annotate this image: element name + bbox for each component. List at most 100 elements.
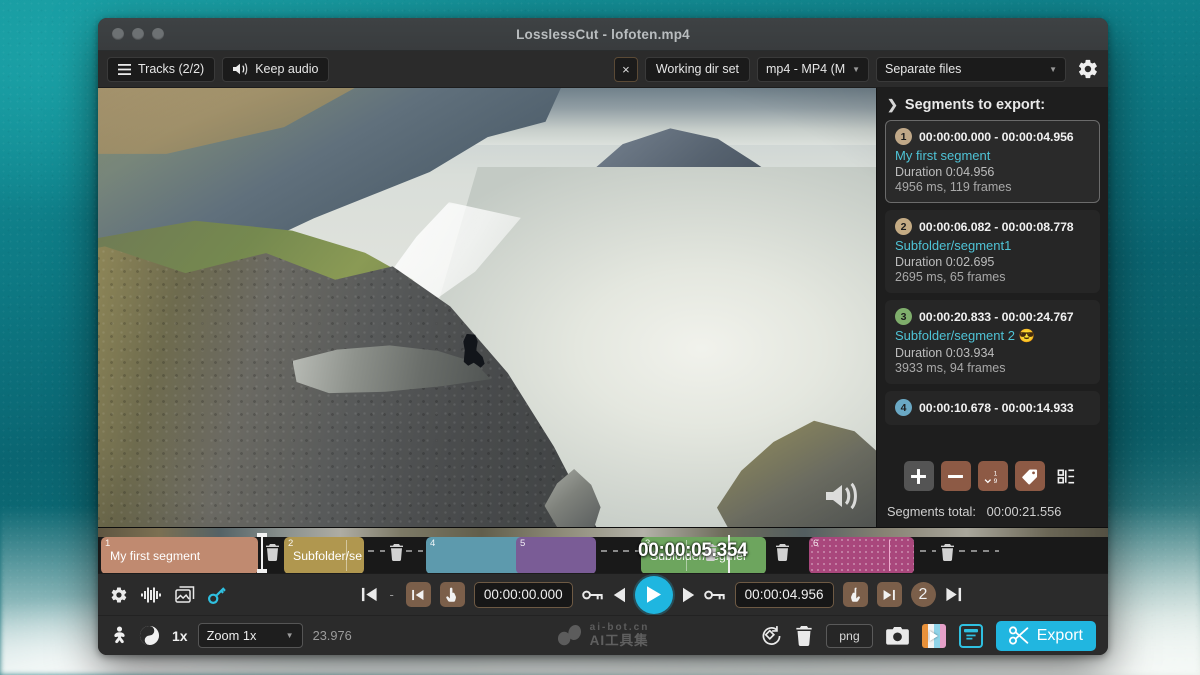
segment-time-range: 00:00:06.082 - 00:00:08.778 bbox=[919, 220, 1074, 234]
add-segment-button[interactable] bbox=[904, 461, 934, 491]
skip-to-end-icon[interactable] bbox=[945, 586, 962, 603]
set-segment-end-button[interactable] bbox=[877, 582, 902, 607]
scissors-icon bbox=[1009, 626, 1029, 645]
segment-header-row: 3 00:00:20.833 - 00:00:24.767 bbox=[895, 308, 1090, 325]
timeline[interactable]: 1 My first segment 2 Subfolder/se 4 5 3 … bbox=[98, 527, 1108, 573]
timeline-keyframe-line bbox=[346, 540, 347, 571]
timeline-segment[interactable]: 2 Subfolder/se bbox=[284, 537, 364, 573]
segments-total-label: Segments total: bbox=[887, 504, 976, 519]
segment-header-row: 2 00:00:06.082 - 00:00:08.778 bbox=[895, 218, 1090, 235]
timeline-delete-icon[interactable] bbox=[263, 542, 281, 562]
timeline-segment[interactable]: 6 bbox=[809, 537, 914, 573]
invert-segments-button[interactable] bbox=[1052, 461, 1082, 491]
tracks-button[interactable]: Tracks (2/2) bbox=[107, 57, 215, 82]
chevron-down-icon: ▼ bbox=[852, 65, 860, 74]
chevron-right-icon[interactable]: ❯ bbox=[887, 97, 898, 113]
volume-high-icon[interactable] bbox=[824, 481, 862, 511]
window-titlebar: LosslessCut - lofoten.mp4 bbox=[98, 18, 1108, 51]
remove-segment-button[interactable] bbox=[941, 461, 971, 491]
close-window-button[interactable] bbox=[112, 28, 124, 40]
zoom-select[interactable]: Zoom 1x ▼ bbox=[198, 623, 303, 648]
timeline-segment[interactable]: 1 My first segment bbox=[101, 537, 258, 573]
skip-to-start-icon[interactable] bbox=[361, 586, 378, 603]
working-dir-label: Working dir set bbox=[656, 62, 739, 76]
watermark: ai-bot.cn AI工具集 bbox=[557, 623, 650, 648]
image-icon[interactable] bbox=[175, 586, 195, 603]
segment-frames: 2695 ms, 65 frames bbox=[895, 270, 1090, 284]
segment-actions-toolbar: 1 9 bbox=[877, 457, 1108, 497]
clear-working-dir-button[interactable]: × bbox=[614, 57, 638, 82]
export-mode-select[interactable]: Separate files ▼ bbox=[876, 57, 1066, 82]
waveform-icon[interactable] bbox=[141, 587, 162, 603]
segment-header-row: 1 00:00:00.000 - 00:00:04.956 bbox=[895, 128, 1090, 145]
segment-item[interactable]: 2 00:00:06.082 - 00:00:08.778 Subfolder/… bbox=[885, 210, 1100, 293]
keep-audio-button[interactable]: Keep audio bbox=[222, 57, 329, 82]
keep-audio-label: Keep audio bbox=[255, 62, 318, 76]
playhead-cap-bottom bbox=[257, 569, 267, 573]
segment-duration: Duration 0:02.695 bbox=[895, 255, 1090, 269]
timeline-gap-dashes bbox=[920, 550, 936, 552]
video-vignette bbox=[98, 88, 876, 527]
chevron-down-icon: ▼ bbox=[1049, 65, 1057, 74]
play-icon bbox=[645, 585, 662, 604]
top-toolbar: Tracks (2/2) Keep audio × Working dir se… bbox=[98, 51, 1108, 88]
capture-format-button[interactable]: png bbox=[826, 624, 873, 648]
timeline-segment[interactable]: 5 bbox=[516, 537, 596, 573]
video-player[interactable] bbox=[98, 88, 876, 527]
rotate-icon[interactable] bbox=[761, 626, 782, 646]
set-segment-start-button[interactable] bbox=[406, 582, 431, 607]
yin-yang-icon[interactable] bbox=[139, 625, 160, 646]
preview-icon[interactable] bbox=[922, 624, 946, 648]
segments-header[interactable]: ❯ Segments to export: bbox=[877, 88, 1108, 120]
gear-icon[interactable] bbox=[110, 586, 128, 604]
timeline-delete-icon[interactable] bbox=[773, 542, 791, 562]
label-segment-button[interactable] bbox=[1015, 461, 1045, 491]
segment-start-time-field[interactable]: 00:00:00.000 bbox=[474, 582, 573, 608]
main-body: ❯ Segments to export: 1 00:00:00.000 - 0… bbox=[98, 88, 1108, 527]
key-right-icon[interactable] bbox=[582, 588, 604, 602]
key-icon[interactable] bbox=[208, 586, 226, 604]
left-tool-icons bbox=[110, 586, 226, 604]
play-button[interactable] bbox=[635, 576, 673, 614]
segment-name[interactable]: My first segment bbox=[895, 148, 1090, 163]
watermark-logo-icon bbox=[557, 624, 583, 646]
segment-item[interactable]: 3 00:00:20.833 - 00:00:24.767 Subfolder/… bbox=[885, 300, 1100, 384]
segment-time-range: 00:00:10.678 - 00:00:14.933 bbox=[919, 401, 1074, 415]
timeline-delete-icon[interactable] bbox=[387, 542, 405, 562]
zoom-level-label: 1x bbox=[172, 628, 188, 644]
chevron-down-icon: ▼ bbox=[286, 631, 294, 640]
timeline-playhead[interactable] bbox=[261, 533, 263, 573]
window-traffic-lights[interactable] bbox=[98, 28, 164, 40]
segment-duration: Duration 0:04.956 bbox=[895, 165, 1090, 179]
timeline-segment-number: 6 bbox=[813, 538, 818, 549]
baby-icon[interactable] bbox=[110, 626, 129, 645]
working-dir-button[interactable]: Working dir set bbox=[645, 57, 750, 82]
segment-name[interactable]: Subfolder/segment 2 😎 bbox=[895, 328, 1090, 344]
timeline-gap-dashes bbox=[623, 550, 639, 552]
export-button[interactable]: Export bbox=[996, 621, 1096, 651]
timeline-delete-icon[interactable] bbox=[938, 542, 956, 562]
minimize-window-button[interactable] bbox=[132, 28, 144, 40]
cut-start-button[interactable] bbox=[440, 582, 465, 607]
maximize-window-button[interactable] bbox=[152, 28, 164, 40]
segment-item[interactable]: 4 00:00:10.678 - 00:00:14.933 bbox=[885, 391, 1100, 425]
step-back-icon[interactable] bbox=[613, 587, 626, 603]
segment-count-badge[interactable]: 2 bbox=[911, 582, 936, 607]
segments-panel: ❯ Segments to export: 1 00:00:00.000 - 0… bbox=[876, 88, 1108, 527]
step-forward-icon[interactable] bbox=[682, 587, 695, 603]
camera-icon[interactable] bbox=[886, 627, 909, 645]
settings-button[interactable] bbox=[1077, 58, 1099, 80]
segment-frames: 4956 ms, 119 frames bbox=[895, 180, 1090, 194]
window-title: LosslessCut - lofoten.mp4 bbox=[98, 27, 1108, 42]
key-left-icon[interactable] bbox=[704, 588, 726, 602]
trash-icon[interactable] bbox=[795, 626, 813, 646]
output-format-select[interactable]: mp4 - MP4 (M ▼ bbox=[757, 57, 869, 82]
segments-total: Segments total: 00:00:21.556 bbox=[877, 500, 1108, 525]
segment-end-time-field[interactable]: 00:00:04.956 bbox=[735, 582, 834, 608]
svg-text:9: 9 bbox=[994, 477, 998, 484]
segment-item[interactable]: 1 00:00:00.000 - 00:00:04.956 My first s… bbox=[885, 120, 1100, 203]
segment-name[interactable]: Subfolder/segment1 bbox=[895, 238, 1090, 253]
cut-end-button[interactable] bbox=[843, 582, 868, 607]
notes-icon[interactable] bbox=[959, 624, 983, 648]
sort-segments-button[interactable]: 1 9 bbox=[978, 461, 1008, 491]
